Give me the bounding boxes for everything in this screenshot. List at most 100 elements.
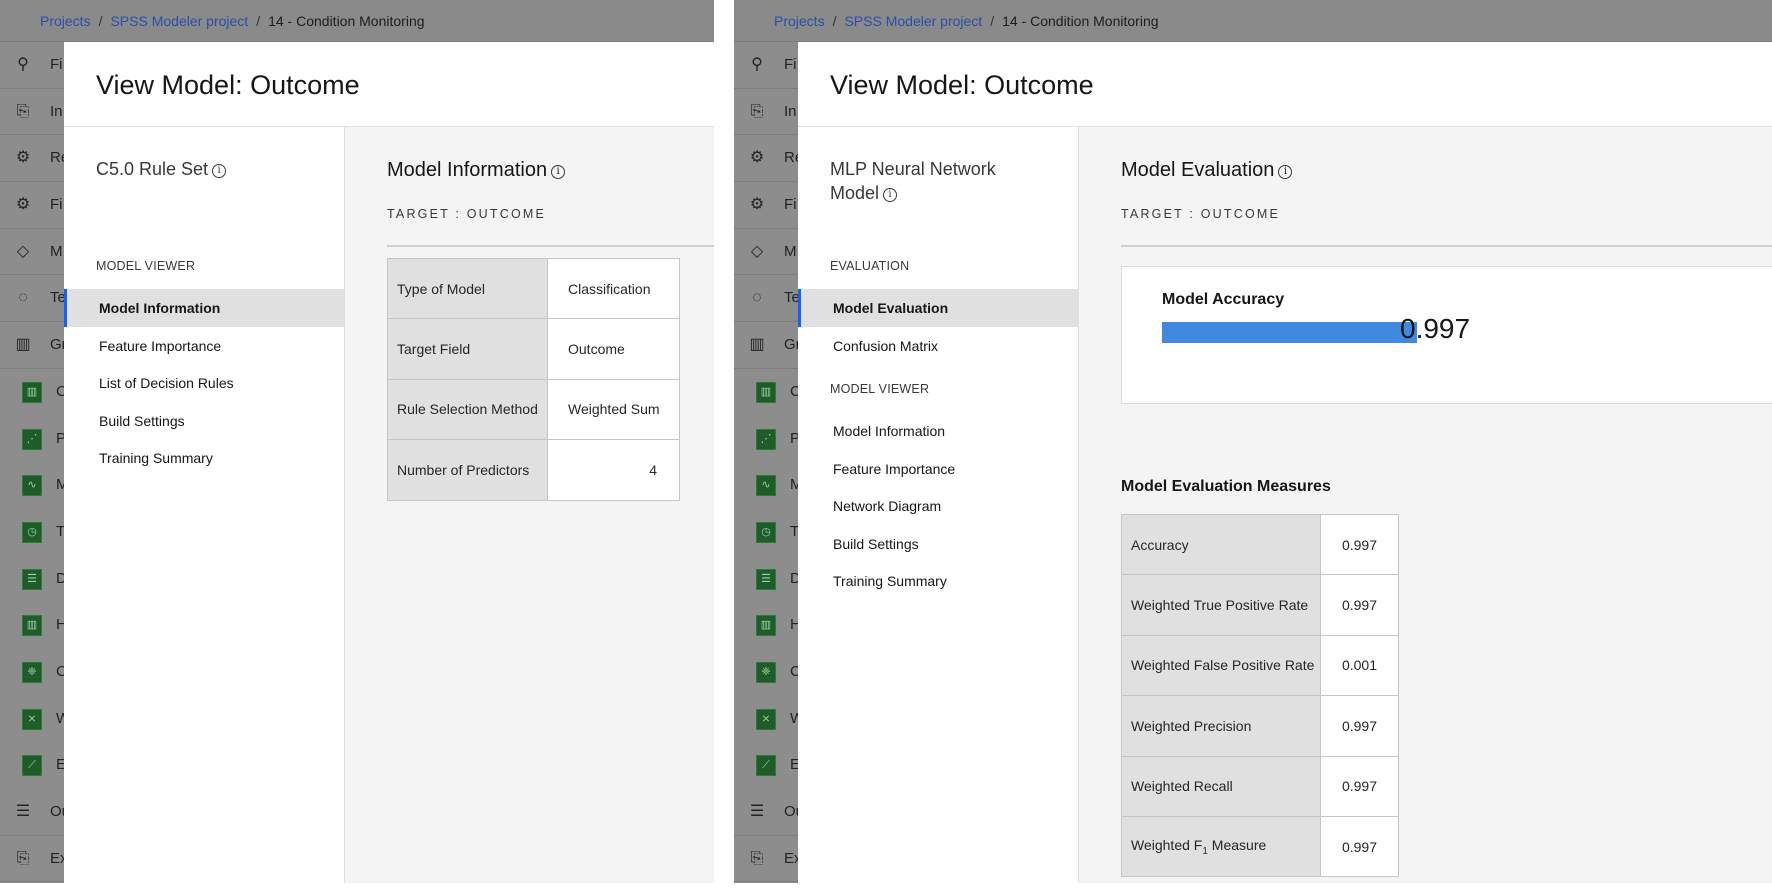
palette-item[interactable]: ⚙ Re <box>734 135 803 183</box>
palette-item[interactable]: ☰ Ou <box>734 789 804 836</box>
palette-item[interactable]: ⨯W <box>734 696 804 743</box>
view-model-dialog: View Model: Outcome C5.0 Rule Set i MODEL V… <box>64 42 714 883</box>
chart-web-icon: ⨯ <box>22 708 42 730</box>
info-icon[interactable]: i <box>212 164 227 178</box>
measure-name-text: Measure <box>1207 836 1267 853</box>
palette-item[interactable]: ⋰ P <box>0 416 66 463</box>
palette-item[interactable]: ⎘ Ex <box>734 836 802 883</box>
breadcrumb-projects-link[interactable]: Projects <box>40 13 91 29</box>
target-label: TARGET : OUTCOME <box>387 207 547 221</box>
palette-item[interactable]: ∿ M <box>734 462 803 509</box>
palette-item[interactable]: ▥ Gr <box>734 322 801 369</box>
nav-item-feature-importance[interactable]: Feature Importance <box>798 450 1078 488</box>
palette-item[interactable]: ⋰ P <box>734 416 800 463</box>
palette-item[interactable]: ◇ M <box>0 229 64 276</box>
chart-bar-icon: ▥ <box>22 381 42 403</box>
nav-item-list-of-decision-rules[interactable]: List of Decision Rules <box>64 364 344 402</box>
palette-item[interactable]: ⟋ E <box>734 742 800 789</box>
nav-item-training-summary[interactable]: Training Summary <box>798 562 1078 600</box>
palette-item[interactable]: ⟋ E <box>0 742 66 789</box>
text-analytics-icon: ◌ <box>18 289 28 307</box>
palette-item[interactable]: ▥ Gr <box>0 322 67 369</box>
info-icon[interactable]: i <box>1278 165 1293 179</box>
palette-item[interactable]: ▥ H <box>734 602 801 649</box>
breadcrumb-current: 14 - Condition Monitoring <box>1002 13 1159 29</box>
table-value: 4 <box>547 439 680 501</box>
nav-item-model-information[interactable]: Model Information <box>798 412 1078 450</box>
palette-item[interactable]: ❈ C <box>0 649 67 696</box>
info-icon[interactable]: i <box>551 165 566 179</box>
measure-value: 0.997 <box>1320 815 1399 878</box>
palette-item[interactable]: ⎘ Ex <box>0 836 68 883</box>
palette-item[interactable]: ⚲ Fi <box>0 42 64 89</box>
import-icon: ⎘ <box>16 102 30 120</box>
measure-value: 0.997 <box>1320 695 1399 757</box>
breadcrumb-project-link[interactable]: SPSS Modeler project <box>844 13 982 29</box>
measure-name: Weighted Recall <box>1121 755 1321 817</box>
palette-item[interactable]: ▥ C <box>0 369 67 416</box>
nav-item-training-summary[interactable]: Training Summary <box>64 439 344 477</box>
graphs-icon: ▥ <box>749 336 765 354</box>
palette-item[interactable]: ⨯W <box>0 696 70 743</box>
breadcrumb-separator: / <box>256 13 261 29</box>
node-palette-sidebar: ⚲Fi⎘In⚙Re⚙Fi◇M◌Te▥Gr▥C⋰P∿M◷T☰D▥H❈C⨯W⟋E☰O… <box>0 42 70 883</box>
chart-histogram-icon: ▥ <box>756 615 776 637</box>
nav-item-build-settings[interactable]: Build Settings <box>798 525 1078 563</box>
model-content: Model Evaluation i TARGET : OUTCOME Model A… <box>1079 127 1772 883</box>
divider <box>1121 245 1772 247</box>
content-title-text: Model Information <box>387 159 548 181</box>
measures-title: Model Evaluation Measures <box>1121 478 1331 495</box>
palette-item[interactable]: ⎘ In <box>0 89 64 136</box>
chart-plot-icon: ⋰ <box>22 428 42 450</box>
breadcrumb: Projects / SPSS Modeler project / 14 - Condi… <box>734 0 1772 42</box>
measure-name-text: Weighted Recall <box>1131 778 1233 795</box>
palette-item[interactable]: ⚙ Fi <box>734 182 798 229</box>
nav-item-build-settings[interactable]: Build Settings <box>64 402 344 440</box>
measure-name-text: Weighted True Positive Rate <box>1131 597 1309 614</box>
chart-bar-icon: ▥ <box>756 381 776 403</box>
nav-item-feature-importance[interactable]: Feature Importance <box>64 327 344 365</box>
content-title: Model Evaluation i <box>1121 159 1293 182</box>
nav-item-confusion-matrix[interactable]: Confusion Matrix <box>798 327 1078 365</box>
palette-item[interactable]: ⚲ Fi <box>734 42 798 89</box>
palette-item[interactable]: ◌ Te <box>734 275 800 323</box>
palette-item[interactable]: ☰ D <box>0 556 67 603</box>
nav-item-model-information[interactable]: Model Information <box>64 289 344 327</box>
table-row: Type of Model Classification <box>387 257 680 320</box>
chart-distribution-icon: ☰ <box>22 568 42 590</box>
measure-value: 0.997 <box>1320 755 1399 817</box>
measure-name-text: Weighted F <box>1131 836 1203 853</box>
palette-item[interactable]: ▥ C <box>734 369 801 416</box>
palette-item[interactable]: ❈ C <box>734 649 801 696</box>
measure-name-text: Accuracy <box>1131 536 1189 553</box>
modeling-icon: ◇ <box>16 242 30 260</box>
palette-item[interactable]: ◌ Te <box>0 275 66 323</box>
palette-item[interactable]: ☰ Ou <box>0 789 70 836</box>
palette-item[interactable]: ⚙ Fi <box>0 182 64 229</box>
chart-collection-icon: ❈ <box>756 661 776 683</box>
model-viewer-nav: MLP Neural Network Model i EVALUATION Model … <box>798 127 1079 883</box>
node-palette-sidebar: ⚲Fi⎘In⚙Re⚙Fi◇M◌Te▥Gr▥C⋰P∿M◷T☰D▥H❈C⨯W⟋E☰O… <box>734 42 804 883</box>
breadcrumb-separator: / <box>990 13 995 29</box>
nav-item-model-evaluation[interactable]: Model Evaluation <box>798 289 1078 327</box>
palette-item[interactable]: ⚙ Re <box>0 135 69 183</box>
breadcrumb-projects-link[interactable]: Projects <box>774 13 825 29</box>
info-icon[interactable]: i <box>883 188 898 202</box>
nav-item-network-diagram[interactable]: Network Diagram <box>798 487 1078 525</box>
accuracy-value: 0.997 <box>1400 313 1471 344</box>
table-value: Classification <box>547 257 680 320</box>
palette-item[interactable]: ◷ T <box>0 509 65 556</box>
model-accuracy-card: Model Accuracy 0.997 <box>1121 266 1772 404</box>
dialog-title: View Model: Outcome <box>96 70 360 100</box>
breadcrumb-separator: / <box>832 13 837 29</box>
palette-item[interactable]: ∿ M <box>0 462 69 509</box>
palette-item[interactable]: ▥ H <box>0 602 67 649</box>
palette-item[interactable]: ◇ M <box>734 229 798 276</box>
breadcrumb-project-link[interactable]: SPSS Modeler project <box>110 13 248 29</box>
palette-item-label: Fi <box>784 56 797 73</box>
palette-item[interactable]: ◷ T <box>734 509 799 556</box>
palette-item[interactable]: ☰ D <box>734 556 801 603</box>
target-label: TARGET : OUTCOME <box>1121 207 1281 221</box>
modeling-icon: ◇ <box>750 242 764 260</box>
palette-item[interactable]: ⎘ In <box>734 89 798 136</box>
